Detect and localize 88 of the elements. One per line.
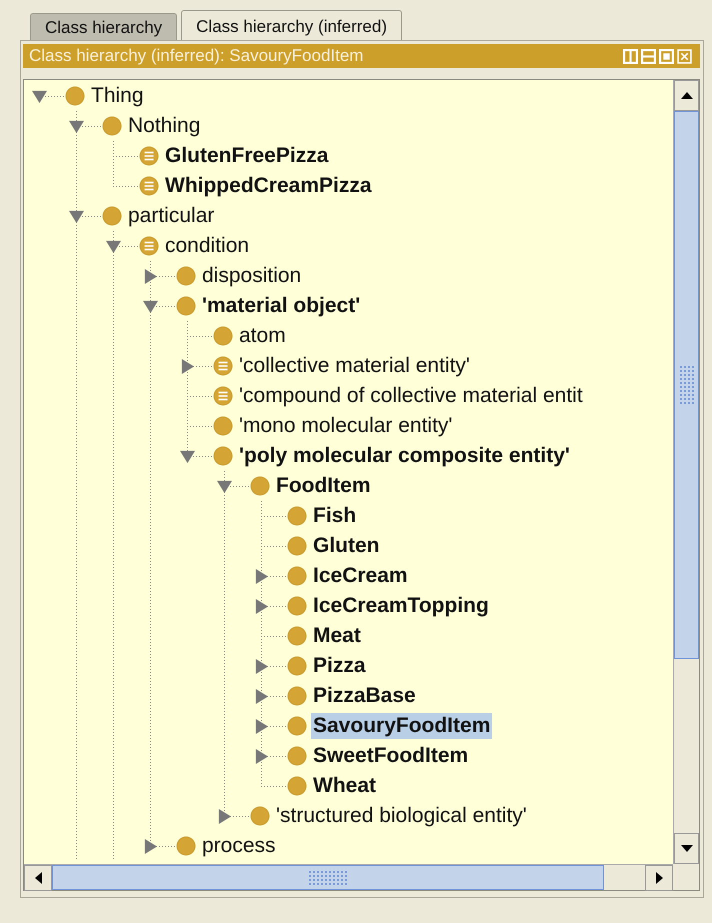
tab[interactable]: Class hierarchy (inferred) [181, 10, 402, 40]
tree-item-label[interactable]: Fish [311, 503, 358, 529]
tree-item-label[interactable]: SweetFoodItem [311, 743, 470, 769]
class-icon [176, 296, 196, 316]
class-icon [65, 86, 85, 106]
class-icon [287, 656, 307, 676]
defined-class-icon [213, 356, 233, 376]
horizontal-scrollbar[interactable] [24, 864, 673, 890]
collapse-toggle-icon[interactable] [217, 479, 232, 494]
scrollbar-thumb[interactable] [52, 865, 604, 890]
class-icon [250, 476, 270, 496]
left-arrow-icon [34, 872, 42, 884]
expand-toggle-icon[interactable] [217, 809, 232, 824]
tree-item-label[interactable]: 'compound of collective material entit [237, 383, 585, 409]
class-icon [287, 686, 307, 706]
tree-item-label[interactable]: GlutenFreePizza [163, 143, 330, 169]
tree-item-label[interactable]: SavouryFoodItem [311, 713, 492, 739]
tree-item-label[interactable]: atom [237, 323, 288, 349]
collapse-toggle-icon[interactable] [69, 119, 84, 134]
tree-item-label[interactable]: 'mono molecular entity' [237, 413, 454, 439]
expand-toggle-icon[interactable] [254, 659, 269, 674]
class-icon [287, 536, 307, 556]
collapse-toggle-icon[interactable] [143, 299, 158, 314]
tree-item-label[interactable]: 'material object' [200, 293, 362, 319]
close-icon[interactable] [677, 48, 692, 64]
class-icon [176, 836, 196, 856]
right-arrow-icon [656, 872, 662, 884]
tree-item-label[interactable]: Wheat [311, 773, 378, 799]
tree-item-label[interactable]: Gluten [311, 533, 382, 559]
collapse-toggle-icon[interactable] [32, 89, 47, 104]
class-icon [250, 806, 270, 826]
collapse-toggle-icon[interactable] [106, 239, 121, 254]
expand-toggle-icon[interactable] [180, 359, 195, 374]
expand-toggle-icon[interactable] [254, 599, 269, 614]
expand-toggle-icon[interactable] [143, 269, 158, 284]
defined-class-icon [213, 386, 233, 406]
class-icon [287, 506, 307, 526]
class-icon [287, 596, 307, 616]
class-icon [102, 206, 122, 226]
class-icon [287, 776, 307, 796]
defined-class-icon [139, 146, 159, 166]
tab[interactable]: Class hierarchy [30, 13, 178, 40]
tree-item-label[interactable]: Nothing [126, 113, 202, 139]
expand-toggle-icon[interactable] [254, 569, 269, 584]
class-icon [102, 116, 122, 136]
tree-item-label[interactable]: 'poly molecular composite entity' [237, 443, 572, 469]
tree-item-label[interactable]: disposition [200, 263, 304, 289]
scrollbar-thumb[interactable] [674, 111, 699, 659]
vertical-scrollbar[interactable] [673, 80, 699, 864]
scroll-right-button[interactable] [645, 865, 673, 891]
tree-item-label[interactable]: Thing [89, 83, 146, 109]
tree-item-label[interactable]: WhippedCreamPizza [163, 173, 374, 199]
tree-item-label[interactable]: IceCreamTopping [311, 593, 491, 619]
tree-item-label[interactable]: particular [126, 203, 216, 229]
tree-item-label[interactable]: PizzaBase [311, 683, 418, 709]
maximize-icon[interactable] [659, 48, 674, 64]
scroll-up-button[interactable] [674, 80, 699, 111]
defined-class-icon [139, 176, 159, 196]
expand-toggle-icon[interactable] [143, 839, 158, 854]
class-icon [287, 716, 307, 736]
up-arrow-icon [680, 92, 692, 99]
split-horizontal-icon[interactable] [641, 48, 656, 64]
expand-toggle-icon[interactable] [254, 689, 269, 704]
tree-item-label[interactable]: condition [163, 233, 252, 259]
tree-item-label[interactable]: 'structured biological entity' [274, 803, 529, 829]
down-arrow-icon [680, 845, 692, 852]
scroll-left-button[interactable] [24, 865, 52, 891]
class-icon [213, 416, 233, 436]
tree-item-label[interactable]: Meat [311, 623, 363, 649]
class-icon [213, 326, 233, 346]
collapse-toggle-icon[interactable] [69, 209, 84, 224]
class-icon [287, 566, 307, 586]
tree-item-label[interactable]: Pizza [311, 653, 368, 679]
expand-toggle-icon[interactable] [254, 719, 269, 734]
tree-item-label[interactable]: process [200, 833, 278, 859]
class-icon [287, 626, 307, 646]
collapse-toggle-icon[interactable] [180, 449, 195, 464]
class-icon [213, 446, 233, 466]
class-icon [176, 266, 196, 286]
tree-item-label[interactable]: 'collective material entity' [237, 353, 472, 379]
view-title: Class hierarchy (inferred): SavouryFoodItem [29, 46, 364, 66]
expand-toggle-icon[interactable] [254, 749, 269, 764]
class-icon [287, 746, 307, 766]
split-vertical-icon[interactable] [623, 48, 638, 64]
defined-class-icon [139, 236, 159, 256]
tree-item-label[interactable]: IceCream [311, 563, 410, 589]
scroll-down-button[interactable] [674, 833, 699, 864]
tree-item-label[interactable]: FoodItem [274, 473, 372, 499]
